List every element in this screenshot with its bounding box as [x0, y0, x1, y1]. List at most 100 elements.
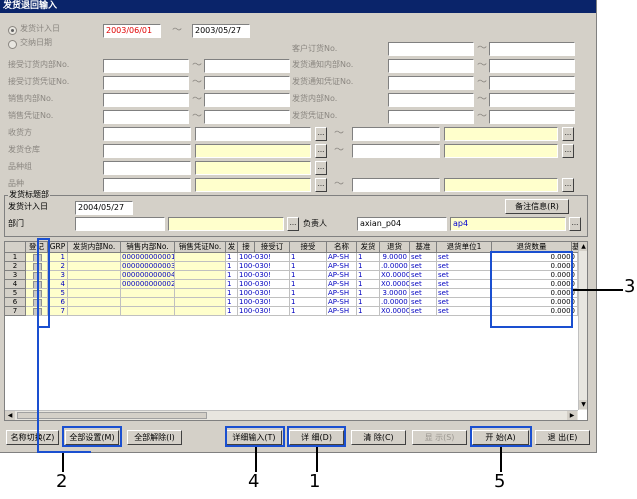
grid-cell-name[interactable]: AP-SH — [327, 298, 357, 307]
grid-cell-unit[interactable]: set — [410, 262, 437, 271]
col-header-grp[interactable]: GRP — [48, 242, 68, 253]
grid-cell-empty[interactable] — [68, 289, 121, 298]
clear-button[interactable]: 清 除(C) — [351, 430, 406, 445]
col-header-ship-qty[interactable]: 发货 — [357, 242, 380, 253]
grid-cell-qty[interactable]: 9.0000 — [380, 253, 410, 262]
ship-notice-voucher-from[interactable] — [388, 76, 474, 90]
grid-cell-unit[interactable]: set — [410, 271, 437, 280]
grid-cell-c[interactable]: 1 — [290, 262, 327, 271]
scroll-down-arrow-icon[interactable]: ▼ — [579, 400, 587, 409]
grid-cell-empty[interactable] — [68, 280, 121, 289]
col-header-recv[interactable]: 接 — [238, 242, 255, 253]
grid-cell-empty[interactable] — [68, 307, 121, 316]
consignee-from-code[interactable] — [103, 127, 191, 141]
grid-cell-a[interactable]: 1 — [226, 298, 238, 307]
grid-cell-b[interactable]: 100-030! — [238, 307, 290, 316]
grid-cell-sales_no[interactable] — [121, 289, 175, 298]
item-to-code[interactable] — [352, 178, 440, 192]
grid-cell-c[interactable]: 1 — [290, 253, 327, 262]
grid-cell-empty[interactable] — [175, 307, 226, 316]
grid-cell-empty[interactable] — [175, 289, 226, 298]
ship-internal-from[interactable] — [388, 93, 474, 107]
grid-cell-unit1[interactable]: set — [437, 253, 492, 262]
grid-cell-c[interactable]: 1 — [290, 289, 327, 298]
warehouse-to-name[interactable] — [444, 144, 558, 158]
row-number[interactable]: 5 — [5, 289, 26, 298]
grid-cell-sales_no[interactable] — [121, 307, 175, 316]
grid-cell-b[interactable]: 100-030! — [238, 262, 290, 271]
consignee-from-search-button[interactable]: ... — [315, 127, 327, 141]
sales-internal-to[interactable] — [204, 93, 290, 107]
grid-cell-a[interactable]: 1 — [226, 271, 238, 280]
grid-cell-qty[interactable]: X0.0000 — [380, 280, 410, 289]
scroll-left-arrow-icon[interactable]: ◀ — [5, 411, 15, 420]
ship-internal-to[interactable] — [489, 93, 575, 107]
grid-cell-qty[interactable]: .0.0000 — [380, 262, 410, 271]
warehouse-to-code[interactable] — [352, 144, 440, 158]
row-number[interactable]: 6 — [5, 298, 26, 307]
consignee-from-name[interactable] — [195, 127, 311, 141]
grid-cell-sales_no[interactable]: 000000000002 — [121, 280, 175, 289]
grid-cell-sales_no[interactable]: 000000000003 — [121, 262, 175, 271]
grid-cell-d[interactable]: 1 — [357, 271, 380, 280]
grid-cell-unit[interactable]: set — [410, 307, 437, 316]
item-from-code[interactable] — [103, 178, 191, 192]
department-search-button[interactable]: ... — [287, 217, 299, 231]
warehouse-from-name[interactable] — [195, 144, 311, 158]
scroll-up-arrow-icon[interactable]: ▲ — [579, 242, 587, 251]
grid-cell-grp[interactable]: 6 — [48, 298, 68, 307]
department-code-input[interactable] — [75, 217, 165, 231]
contract-date-radio[interactable] — [8, 40, 17, 49]
ship-notice-internal-from[interactable] — [388, 59, 474, 73]
grid-cell-empty[interactable] — [175, 262, 226, 271]
grid-cell-empty[interactable] — [68, 298, 121, 307]
grid-cell-unit1[interactable]: set — [437, 289, 492, 298]
grid-cell-name[interactable]: AP-SH — [327, 289, 357, 298]
consignee-to-search-button[interactable]: ... — [562, 127, 574, 141]
grid-cell-name[interactable]: AP-SH — [327, 280, 357, 289]
grid-cell-empty[interactable] — [68, 253, 121, 262]
grid-cell-empty[interactable] — [68, 262, 121, 271]
col-header-return-unit[interactable]: 退货单位1 — [437, 242, 492, 253]
grid-cell-d[interactable]: 1 — [357, 280, 380, 289]
grid-cell-name[interactable]: AP-SH — [327, 262, 357, 271]
scroll-right-arrow-icon[interactable]: ▶ — [567, 411, 577, 420]
note-info-button[interactable]: 备注信息(R) — [505, 199, 569, 214]
grid-cell-unit1[interactable]: set — [437, 262, 492, 271]
col-header-base[interactable]: 基准 — [410, 242, 437, 253]
grid-cell-c[interactable]: 1 — [290, 307, 327, 316]
grid-cell-qty[interactable]: X0.0000 — [380, 307, 410, 316]
item-from-search-button[interactable]: ... — [315, 178, 327, 192]
grid-horizontal-scrollbar[interactable]: ◀ ▶ — [5, 410, 578, 420]
grid-cell-qty[interactable]: 3.0000 — [380, 289, 410, 298]
grid-cell-qty[interactable]: .0.0000 — [380, 298, 410, 307]
grid-cell-c[interactable]: 1 — [290, 298, 327, 307]
customer-order-from[interactable] — [388, 42, 474, 56]
row-number[interactable]: 2 — [5, 262, 26, 271]
col-header-accept[interactable]: 接受 — [290, 242, 327, 253]
grid-cell-unit1[interactable]: set — [437, 307, 492, 316]
item-group-name[interactable] — [195, 161, 311, 175]
ship-notice-voucher-to[interactable] — [489, 76, 575, 90]
grid-cell-sales_no[interactable]: 000000000004 — [121, 271, 175, 280]
sales-internal-from[interactable] — [103, 93, 189, 107]
ship-voucher-from[interactable] — [388, 110, 474, 124]
grid-cell-d[interactable]: 1 — [357, 307, 380, 316]
grid-cell-name[interactable]: AP-SH — [327, 253, 357, 262]
grid-cell-sales_no[interactable] — [121, 298, 175, 307]
grid-cell-a[interactable]: 1 — [226, 307, 238, 316]
grid-cell-grp[interactable]: 5 — [48, 289, 68, 298]
exit-button[interactable]: 退 出(E) — [535, 430, 590, 445]
date-from-input[interactable]: 2003/06/01 — [103, 24, 161, 38]
grid-cell-grp[interactable]: 2 — [48, 262, 68, 271]
grid-cell-unit[interactable]: set — [410, 280, 437, 289]
order-voucher-from[interactable] — [103, 76, 189, 90]
grid-cell-b[interactable]: 100-030! — [238, 298, 290, 307]
person-name-input[interactable]: ap4 — [450, 217, 566, 231]
grid-cell-grp[interactable]: 4 — [48, 280, 68, 289]
warehouse-from-search-button[interactable]: ... — [315, 144, 327, 158]
department-name-input[interactable] — [168, 217, 284, 231]
grid-cell-empty[interactable] — [175, 271, 226, 280]
warehouse-to-search-button[interactable]: ... — [562, 144, 574, 158]
item-group-code[interactable] — [103, 161, 191, 175]
